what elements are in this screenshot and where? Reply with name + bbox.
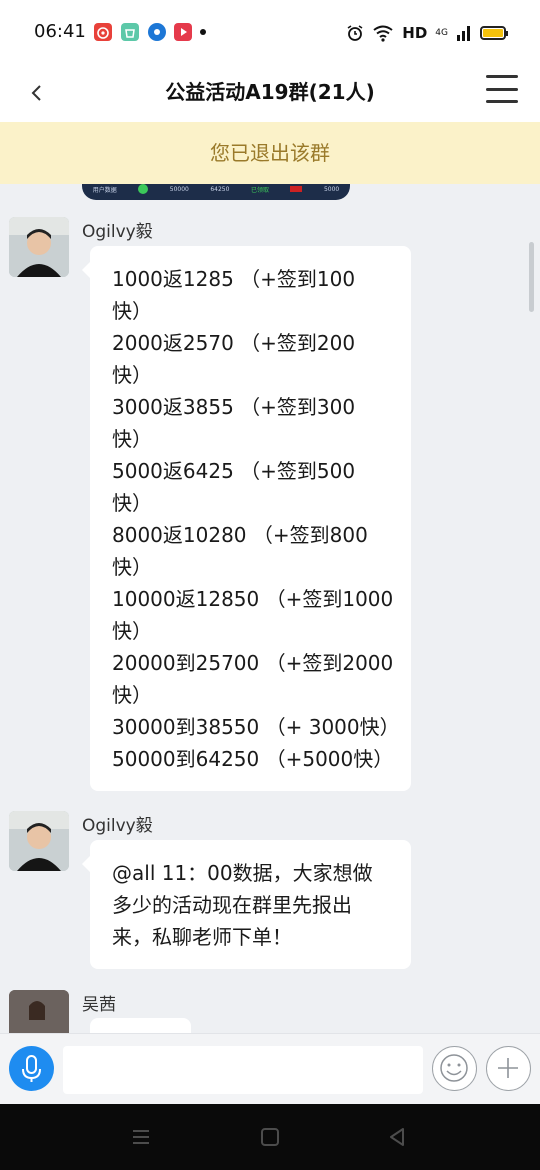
- message-bubble[interactable]: @all 11：00数据，大家想做 多少的活动现在群里先报出 来，私聊老师下单！: [82, 840, 411, 969]
- status-bar: 06:41 HD 4G: [0, 0, 540, 64]
- emoji-icon: [440, 1054, 468, 1082]
- avatar[interactable]: [9, 990, 69, 1033]
- strip-cell: 用户数据: [92, 186, 117, 194]
- hamburger-menu-icon[interactable]: [486, 73, 518, 105]
- message-line: 多少的活动现在群里先报出: [112, 893, 352, 917]
- shop-app-icon: [121, 23, 139, 41]
- message-line: 1000返1285 （+签到100: [112, 267, 356, 291]
- message-bubble[interactable]: [90, 1018, 191, 1033]
- image-message-preview[interactable]: 用户数据 50000 64250 已领取 5000: [82, 184, 350, 200]
- red-status-icon: [290, 186, 303, 192]
- circle-app-icon: [148, 23, 166, 41]
- recent-apps-icon[interactable]: [130, 1126, 152, 1148]
- voice-button[interactable]: [9, 1046, 54, 1091]
- hd-label: HD: [402, 24, 428, 42]
- back-triangle-icon[interactable]: [386, 1126, 408, 1148]
- message-line: 快）: [112, 427, 152, 451]
- message-line: 20000到25700 （+签到2000: [112, 651, 394, 675]
- message-line: 8000返10280 （+签到800: [112, 523, 368, 547]
- message-line: 30000到38550 （+ 3000快）: [112, 715, 400, 739]
- group-title: 公益活动A19群(21人): [165, 80, 375, 104]
- message-line: @all 11：00数据，大家想做: [112, 861, 373, 885]
- message-line: 3000返3855 （+签到300: [112, 395, 356, 419]
- emoji-button[interactable]: [432, 1046, 477, 1091]
- message-line: 快）: [112, 299, 152, 323]
- sender-name: 吴茜: [82, 995, 116, 1015]
- home-icon[interactable]: [259, 1126, 281, 1148]
- message-line: 5000返6425 （+签到500: [112, 459, 356, 483]
- battery-icon: [480, 26, 508, 40]
- microphone-icon: [22, 1055, 41, 1082]
- wifi-icon: [373, 25, 393, 42]
- strip-cell: 5000: [323, 185, 340, 193]
- message-line: 快）: [112, 619, 152, 643]
- chat-scrollbar[interactable]: [529, 242, 534, 312]
- message-line: 50000到64250 （+5000快）: [112, 747, 394, 771]
- sender-name: Ogilvy毅: [82, 222, 153, 242]
- strip-cell: 50000: [169, 185, 189, 193]
- signal-icon: [457, 26, 470, 41]
- chat-area[interactable]: 用户数据 50000 64250 已领取 5000 Ogilvy毅 1000返1…: [0, 184, 540, 1033]
- alarm-icon: [347, 25, 363, 41]
- video-app-icon: [174, 23, 192, 41]
- left-group-banner: 您已退出该群: [0, 122, 540, 184]
- avatar[interactable]: [9, 217, 69, 277]
- message-line: 快）: [112, 491, 152, 515]
- chat-header: 公益活动A19群(21人): [0, 64, 540, 122]
- plus-icon: [498, 1058, 518, 1078]
- system-navigation-bar: [0, 1104, 540, 1170]
- more-notifications-dot: [200, 29, 206, 35]
- message-line: 2000返2570 （+签到200: [112, 331, 356, 355]
- message-line: 来，私聊老师下单！: [112, 925, 292, 949]
- weibo-app-icon: [94, 23, 112, 41]
- input-bar: [0, 1033, 540, 1104]
- system-icons: HD 4G: [346, 22, 508, 44]
- network-label: 4G: [435, 27, 448, 38]
- status-time: 06:41: [34, 21, 86, 42]
- green-status-icon: [138, 184, 149, 194]
- message-line: 10000返12850 （+签到1000: [112, 587, 394, 611]
- message-bubble[interactable]: 1000返1285 （+签到100 快） 2000返2570 （+签到200 快…: [82, 246, 411, 791]
- sender-name: Ogilvy毅: [82, 816, 153, 836]
- message-line: 快）: [112, 555, 152, 579]
- strip-cell: 已领取: [250, 186, 269, 194]
- message-line: 快）: [112, 683, 152, 707]
- message-line: 快）: [112, 363, 152, 387]
- more-button[interactable]: [486, 1046, 531, 1091]
- strip-cell: 64250: [210, 185, 230, 193]
- avatar[interactable]: [9, 811, 69, 871]
- message-input[interactable]: [63, 1046, 423, 1094]
